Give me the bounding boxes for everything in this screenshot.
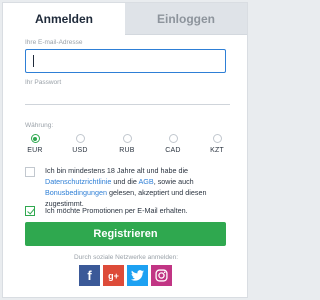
terms-text-part: und die	[111, 177, 139, 186]
promo-label: Ich möchte Promotionen per E-Mail erhalt…	[45, 206, 188, 215]
terms-checkbox[interactable]	[25, 167, 35, 177]
instagram-button[interactable]	[151, 265, 172, 286]
radio-kzt[interactable]	[212, 134, 222, 143]
currency-option-cad[interactable]: CAD	[158, 134, 188, 154]
currency-option-eur[interactable]: EUR	[20, 134, 50, 154]
currency-option-label: CAD	[165, 147, 181, 154]
radio-cad[interactable]	[168, 134, 178, 143]
bonus-terms-link[interactable]: Bonusbedingungen	[45, 188, 107, 197]
social-login-buttons: f g+	[79, 265, 172, 287]
facebook-button[interactable]: f	[79, 265, 100, 286]
agb-link[interactable]: AGB	[139, 177, 154, 186]
radio-usd[interactable]	[75, 134, 85, 143]
radio-eur[interactable]	[30, 134, 40, 143]
register-button[interactable]: Registrieren	[25, 222, 226, 246]
currency-option-label: KZT	[210, 147, 224, 154]
registration-card: Anmelden Einloggen Ihre E-mail-Adresse I…	[2, 2, 248, 298]
currency-option-rub[interactable]: RUB	[112, 134, 142, 154]
email-label: Ihre E-mail-Adresse	[25, 39, 83, 46]
twitter-button[interactable]	[127, 265, 148, 286]
tab-login[interactable]: Einloggen	[125, 3, 247, 35]
currency-selector: EUR USD RUB CAD KZT	[25, 134, 230, 160]
terms-text-part: , sowie auch	[153, 177, 194, 186]
currency-option-label: RUB	[119, 147, 135, 154]
twitter-icon	[131, 270, 144, 281]
email-field[interactable]	[25, 49, 226, 73]
terms-text-part: Ich bin mindestens 18 Jahre alt und habe…	[45, 166, 189, 175]
currency-option-label: EUR	[27, 147, 43, 154]
currency-option-label: USD	[72, 147, 88, 154]
password-field[interactable]	[25, 82, 230, 105]
promo-checkbox[interactable]	[25, 206, 35, 216]
currency-option-kzt[interactable]: KZT	[202, 134, 232, 154]
facebook-icon: f	[87, 268, 92, 283]
radio-rub[interactable]	[122, 134, 132, 143]
google-plus-button[interactable]: g+	[103, 265, 124, 286]
terms-text: Ich bin mindestens 18 Jahre alt und habe…	[45, 165, 231, 209]
tab-register[interactable]: Anmelden	[3, 3, 125, 35]
privacy-policy-link[interactable]: Datenschutzrichtlinie	[45, 177, 111, 186]
currency-label: Währung:	[25, 122, 54, 129]
currency-option-usd[interactable]: USD	[65, 134, 95, 154]
social-login-caption: Durch soziale Netzwerke anmelden:	[73, 254, 179, 261]
promo-row: Ich möchte Promotionen per E-Mail erhalt…	[25, 205, 231, 217]
text-caret	[33, 55, 34, 67]
google-plus-icon: g+	[108, 270, 119, 281]
terms-row: Ich bin mindestens 18 Jahre alt und habe…	[25, 165, 231, 209]
instagram-icon	[155, 269, 168, 282]
auth-tabs: Anmelden Einloggen	[3, 3, 247, 35]
